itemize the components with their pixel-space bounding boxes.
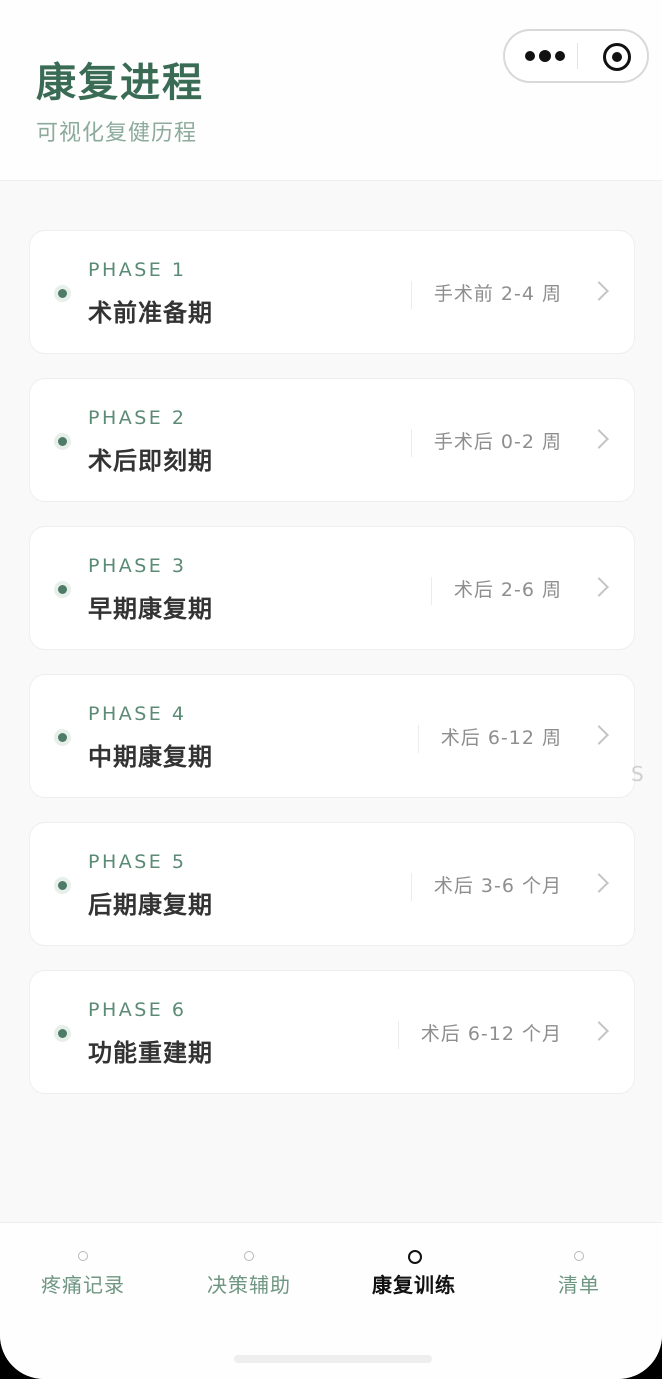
page-header: 康复进程 可视化复健历程: [0, 0, 662, 181]
app-screen: 康复进程 可视化复健历程 PHASE 1 术前准备期 手术前 2-4 周 PHA…: [0, 0, 662, 1379]
phase-dot-icon: [58, 437, 67, 446]
phase-name: 早期康复期: [88, 595, 213, 623]
phase-time-range: 手术后 0-2 周: [410, 429, 562, 457]
phase-number: PHASE 6: [88, 999, 187, 1021]
phase-name: 术后即刻期: [88, 447, 213, 475]
circle-icon: [244, 1251, 254, 1261]
phase-card-5[interactable]: PHASE 5 后期康复期 术后 3-6 个月: [29, 822, 635, 946]
chevron-right-icon: [589, 281, 609, 301]
chevron-right-icon: [589, 429, 609, 449]
tab-checklist[interactable]: 清单: [496, 1223, 662, 1323]
phase-dot-icon: [58, 881, 67, 890]
target-icon[interactable]: [603, 43, 631, 71]
home-indicator[interactable]: [234, 1355, 432, 1363]
phase-card-1[interactable]: PHASE 1 术前准备期 手术前 2-4 周: [29, 230, 635, 354]
phase-name: 后期康复期: [88, 891, 213, 919]
phase-name: 中期康复期: [88, 743, 213, 771]
tab-pain-record[interactable]: 疼痛记录: [0, 1223, 166, 1323]
tab-label: 决策辅助: [207, 1273, 291, 1297]
phase-name: 功能重建期: [88, 1039, 213, 1067]
phase-name: 术前准备期: [88, 299, 213, 327]
phase-card-4[interactable]: PHASE 4 中期康复期 术后 6-12 周: [29, 674, 635, 798]
phase-number: PHASE 2: [88, 407, 187, 429]
stray-text: S: [631, 762, 644, 786]
phase-number: PHASE 3: [88, 555, 187, 577]
tab-rehab-training[interactable]: 康复训练: [331, 1223, 497, 1323]
phase-card-3[interactable]: PHASE 3 早期康复期 术后 2-6 周: [29, 526, 635, 650]
phase-time-range: 术后 6-12 周: [417, 725, 562, 753]
page-subtitle: 可视化复健历程: [36, 121, 198, 146]
phase-card-2[interactable]: PHASE 2 术后即刻期 手术后 0-2 周: [29, 378, 635, 502]
phase-number: PHASE 5: [88, 851, 187, 873]
tab-label: 疼痛记录: [41, 1273, 125, 1297]
phase-number: PHASE 4: [88, 703, 187, 725]
capsule-divider: [577, 43, 578, 69]
page-title: 康复进程: [36, 60, 204, 106]
tab-label: 清单: [558, 1273, 600, 1297]
phase-card-6[interactable]: PHASE 6 功能重建期 术后 6-12 个月: [29, 970, 635, 1094]
circle-icon: [574, 1251, 584, 1261]
chevron-right-icon: [589, 1021, 609, 1041]
phase-dot-icon: [58, 1029, 67, 1038]
chevron-right-icon: [589, 873, 609, 893]
tab-decision-aid[interactable]: 决策辅助: [166, 1223, 332, 1323]
tab-label: 康复训练: [372, 1273, 456, 1297]
circle-icon: [78, 1251, 88, 1261]
chevron-right-icon: [589, 725, 609, 745]
phase-time-range: 手术前 2-4 周: [410, 281, 562, 309]
phase-dot-icon: [58, 585, 67, 594]
phase-number: PHASE 1: [88, 259, 187, 281]
phase-time-range: 术后 2-6 周: [430, 577, 562, 605]
phase-dot-icon: [58, 289, 67, 298]
more-dots-icon[interactable]: [523, 45, 567, 65]
phase-time-range: 术后 3-6 个月: [410, 873, 562, 901]
phase-dot-icon: [58, 733, 67, 742]
phase-time-range: 术后 6-12 个月: [397, 1021, 562, 1049]
circle-icon: [408, 1250, 422, 1264]
mini-program-capsule: [503, 29, 649, 83]
chevron-right-icon: [589, 577, 609, 597]
